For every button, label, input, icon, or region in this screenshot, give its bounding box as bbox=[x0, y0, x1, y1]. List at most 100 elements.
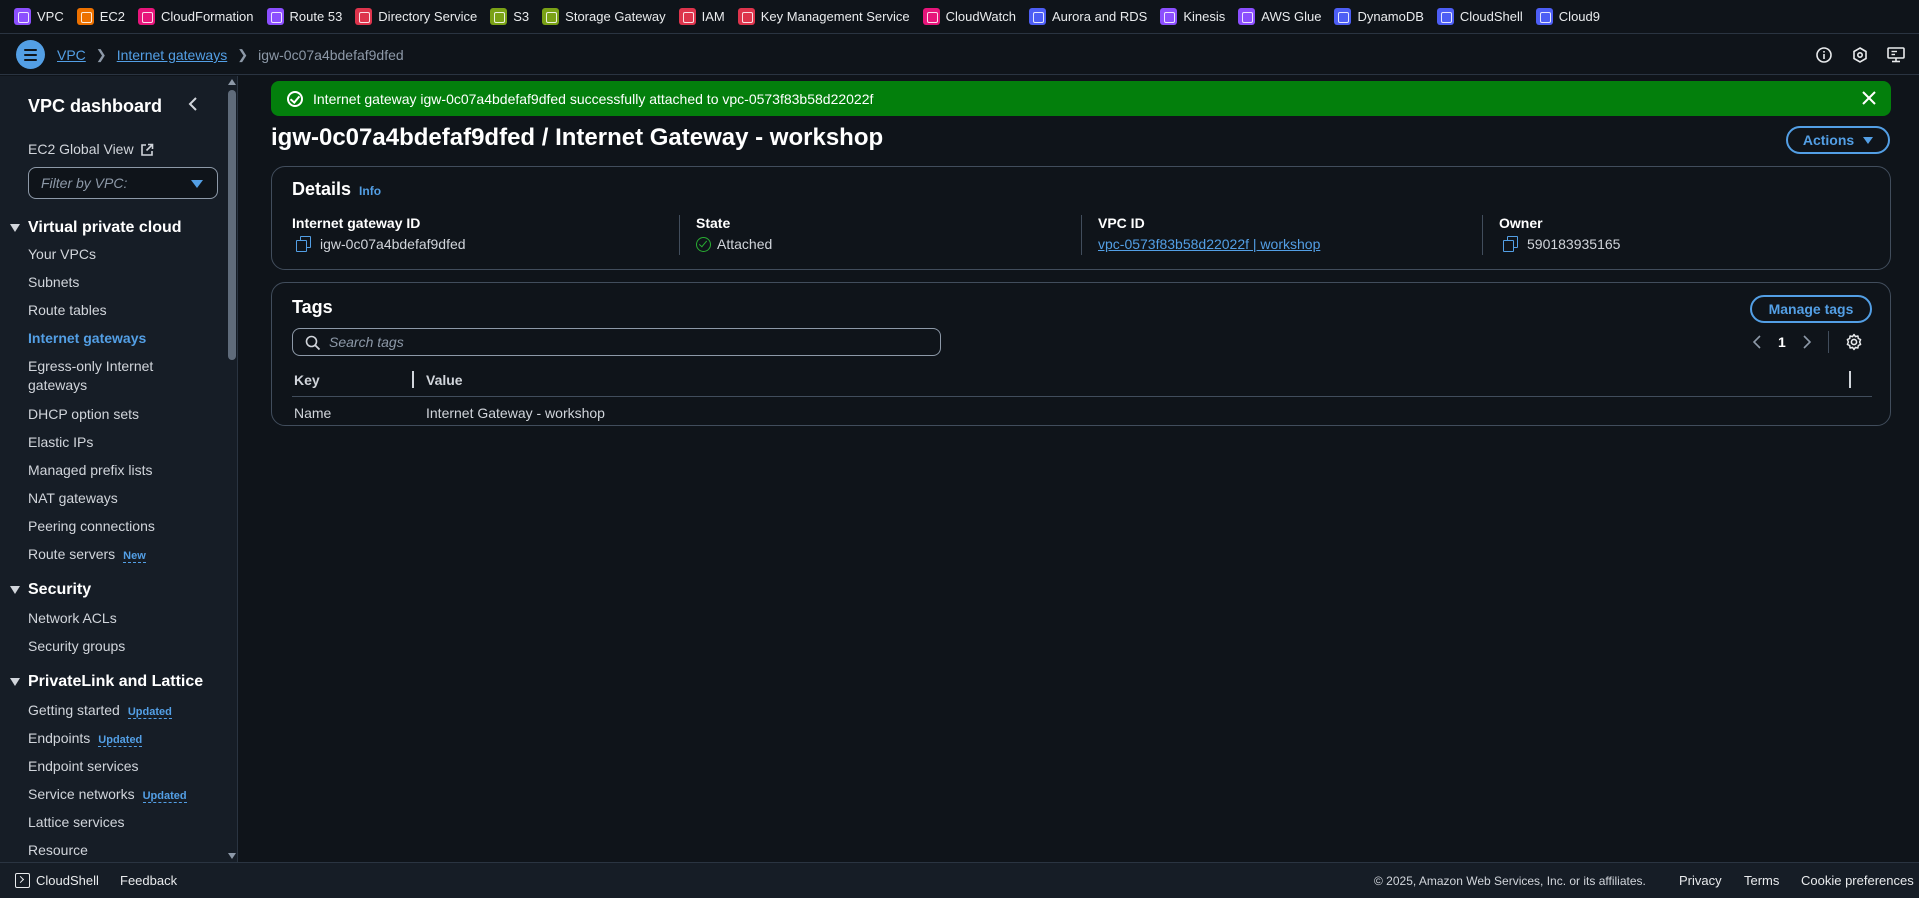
sidebar-item-service-networks[interactable]: Service networks Updated bbox=[28, 785, 187, 806]
sidebar-item-your-vpcs[interactable]: Your VPCs bbox=[28, 245, 96, 264]
footer-feedback-link[interactable]: Feedback bbox=[120, 873, 177, 888]
sidebar-item-endpoints[interactable]: Endpoints Updated bbox=[28, 729, 143, 750]
favorite-route53[interactable]: Route 53 bbox=[266, 8, 342, 25]
favorite-label: Aurora and RDS bbox=[1051, 9, 1148, 24]
info-icon[interactable] bbox=[1815, 46, 1833, 64]
favorite-kinesis[interactable]: Kinesis bbox=[1160, 8, 1225, 25]
footer-privacy-link[interactable]: Privacy bbox=[1679, 873, 1722, 888]
footer-cloudshell-label: CloudShell bbox=[36, 873, 99, 888]
actions-label: Actions bbox=[1802, 132, 1855, 148]
search-tags-input[interactable]: Search tags bbox=[292, 328, 941, 356]
favorite-dynamodb[interactable]: DynamoDB bbox=[1334, 8, 1424, 25]
kms-service-icon bbox=[737, 8, 755, 25]
sidebar-item-lattice-services[interactable]: Lattice services bbox=[28, 813, 124, 832]
sidebar-item-security-groups[interactable]: Security groups bbox=[28, 637, 125, 656]
display-preferences-icon[interactable] bbox=[1887, 46, 1905, 64]
favorite-cloudwatch[interactable]: CloudWatch bbox=[922, 8, 1016, 25]
previous-page-icon[interactable] bbox=[1752, 335, 1762, 349]
sidebar-item-ec2-global-view[interactable]: EC2 Global View bbox=[28, 140, 154, 159]
sidebar-item-dhcp-option-sets[interactable]: DHCP option sets bbox=[28, 405, 139, 424]
glue-service-icon bbox=[1238, 8, 1256, 25]
breadcrumb-vpc-link[interactable]: VPC bbox=[57, 47, 86, 63]
caret-down-icon bbox=[10, 224, 20, 232]
success-flash-banner: Internet gateway igw-0c07a4bdefaf9dfed s… bbox=[271, 81, 1891, 116]
hamburger-menu-icon[interactable] bbox=[16, 40, 45, 69]
details-heading: Details Info bbox=[292, 179, 381, 200]
cloudwatch-service-icon bbox=[922, 8, 940, 25]
favorite-ec2[interactable]: EC2 bbox=[76, 8, 125, 25]
column-resizer[interactable] bbox=[1849, 371, 1851, 388]
scrollbar-thumb[interactable] bbox=[228, 90, 236, 360]
field-label: Internet gateway ID bbox=[292, 215, 421, 231]
footer-cloudshell-button[interactable]: CloudShell bbox=[15, 873, 99, 888]
sidebar-item-peering-connections[interactable]: Peering connections bbox=[28, 517, 155, 536]
section-virtual-private-cloud[interactable]: Virtual private cloud bbox=[10, 219, 182, 237]
favorite-cloud9[interactable]: Cloud9 bbox=[1535, 8, 1600, 25]
favorite-rds[interactable]: Aurora and RDS bbox=[1028, 8, 1148, 25]
dismiss-close-icon[interactable] bbox=[1861, 90, 1877, 106]
settings-hexagon-icon[interactable] bbox=[1851, 46, 1869, 64]
field-label: Owner bbox=[1499, 215, 1543, 231]
pagination: 1 bbox=[1752, 330, 1863, 354]
sidebar-item-endpoint-services[interactable]: Endpoint services bbox=[28, 757, 139, 776]
manage-tags-button[interactable]: Manage tags bbox=[1750, 295, 1872, 323]
sidebar-item-label: Getting started bbox=[28, 702, 120, 718]
info-link[interactable]: Info bbox=[359, 184, 381, 198]
new-badge: New bbox=[123, 550, 146, 563]
favorite-s3[interactable]: S3 bbox=[490, 8, 529, 25]
sidebar-item-subnets[interactable]: Subnets bbox=[28, 273, 79, 292]
gear-icon[interactable] bbox=[1845, 333, 1863, 351]
actions-dropdown-button[interactable]: Actions bbox=[1786, 126, 1890, 154]
column-header-key[interactable]: Key bbox=[294, 372, 320, 388]
table-row: Name Internet Gateway - workshop bbox=[292, 397, 1872, 425]
footer-terms-link[interactable]: Terms bbox=[1744, 873, 1779, 888]
filter-by-vpc-select[interactable]: Filter by VPC: bbox=[28, 167, 218, 199]
favorite-directory-service[interactable]: Directory Service bbox=[355, 8, 477, 25]
scroll-down-arrow-icon[interactable] bbox=[228, 853, 236, 859]
collapse-sidebar-icon[interactable] bbox=[186, 96, 202, 114]
caret-down-icon bbox=[10, 678, 20, 686]
copy-icon[interactable] bbox=[1503, 236, 1519, 252]
section-label: PrivateLink and Lattice bbox=[28, 673, 204, 690]
favorite-label: DynamoDB bbox=[1357, 9, 1424, 24]
favorite-vpc[interactable]: VPC bbox=[14, 8, 64, 25]
sidebar-item-managed-prefix-lists[interactable]: Managed prefix lists bbox=[28, 461, 153, 480]
caret-down-icon bbox=[1863, 136, 1874, 144]
sidebar-item-route-tables[interactable]: Route tables bbox=[28, 301, 107, 320]
vpc-service-icon bbox=[14, 8, 31, 25]
section-security[interactable]: Security bbox=[10, 581, 91, 599]
cloudshell-icon bbox=[15, 873, 30, 888]
favorite-label: Storage Gateway bbox=[565, 9, 666, 24]
sidebar-item-internet-gateways[interactable]: Internet gateways bbox=[28, 329, 146, 348]
favorite-kms[interactable]: Key Management Service bbox=[737, 8, 910, 25]
sidebar-title[interactable]: VPC dashboard bbox=[28, 96, 162, 117]
page-number[interactable]: 1 bbox=[1778, 334, 1786, 350]
sidebar-item-getting-started[interactable]: Getting started Updated bbox=[28, 701, 172, 722]
sidebar-item-elastic-ips[interactable]: Elastic IPs bbox=[28, 433, 93, 452]
footer-cookie-preferences-link[interactable]: Cookie preferences bbox=[1801, 873, 1914, 888]
sidebar-item-network-acls[interactable]: Network ACLs bbox=[28, 609, 117, 628]
breadcrumb-internet-gateways-link[interactable]: Internet gateways bbox=[117, 47, 228, 63]
favorite-glue[interactable]: AWS Glue bbox=[1238, 8, 1321, 25]
sidebar-scrollbar[interactable] bbox=[226, 76, 237, 862]
sidebar-item-route-servers[interactable]: Route servers New bbox=[28, 545, 146, 566]
scroll-up-arrow-icon[interactable] bbox=[228, 79, 236, 85]
favorite-cloudshell[interactable]: CloudShell bbox=[1436, 8, 1523, 25]
search-placeholder: Search tags bbox=[329, 334, 404, 350]
details-container: Details Info Internet gateway ID igw-0c07… bbox=[271, 166, 1891, 270]
top-navigation: VPC ❯ Internet gateways ❯ igw-0c07a4bdef… bbox=[0, 35, 1919, 75]
sidebar-item-nat-gateways[interactable]: NAT gateways bbox=[28, 489, 118, 508]
favorite-iam[interactable]: IAM bbox=[678, 8, 725, 25]
dynamodb-service-icon bbox=[1334, 8, 1352, 25]
column-resizer[interactable] bbox=[412, 371, 414, 388]
section-privatelink-and-lattice[interactable]: PrivateLink and Lattice bbox=[10, 673, 203, 691]
favorite-cloudformation[interactable]: CloudFormation bbox=[138, 8, 254, 25]
sidebar-item-egress-only-internet-gateways[interactable]: Egress-only Internet gateways bbox=[28, 357, 178, 395]
next-page-icon[interactable] bbox=[1802, 335, 1812, 349]
sidebar-item-resource[interactable]: Resource bbox=[28, 841, 88, 860]
favorite-storage-gateway[interactable]: Storage Gateway bbox=[542, 8, 666, 25]
column-header-value[interactable]: Value bbox=[426, 372, 463, 388]
owner-field: Owner 590183935165 bbox=[1482, 215, 1620, 255]
vpc-id-link[interactable]: vpc-0573f83b58d22022f | workshop bbox=[1098, 236, 1320, 252]
copy-icon[interactable] bbox=[296, 236, 312, 252]
